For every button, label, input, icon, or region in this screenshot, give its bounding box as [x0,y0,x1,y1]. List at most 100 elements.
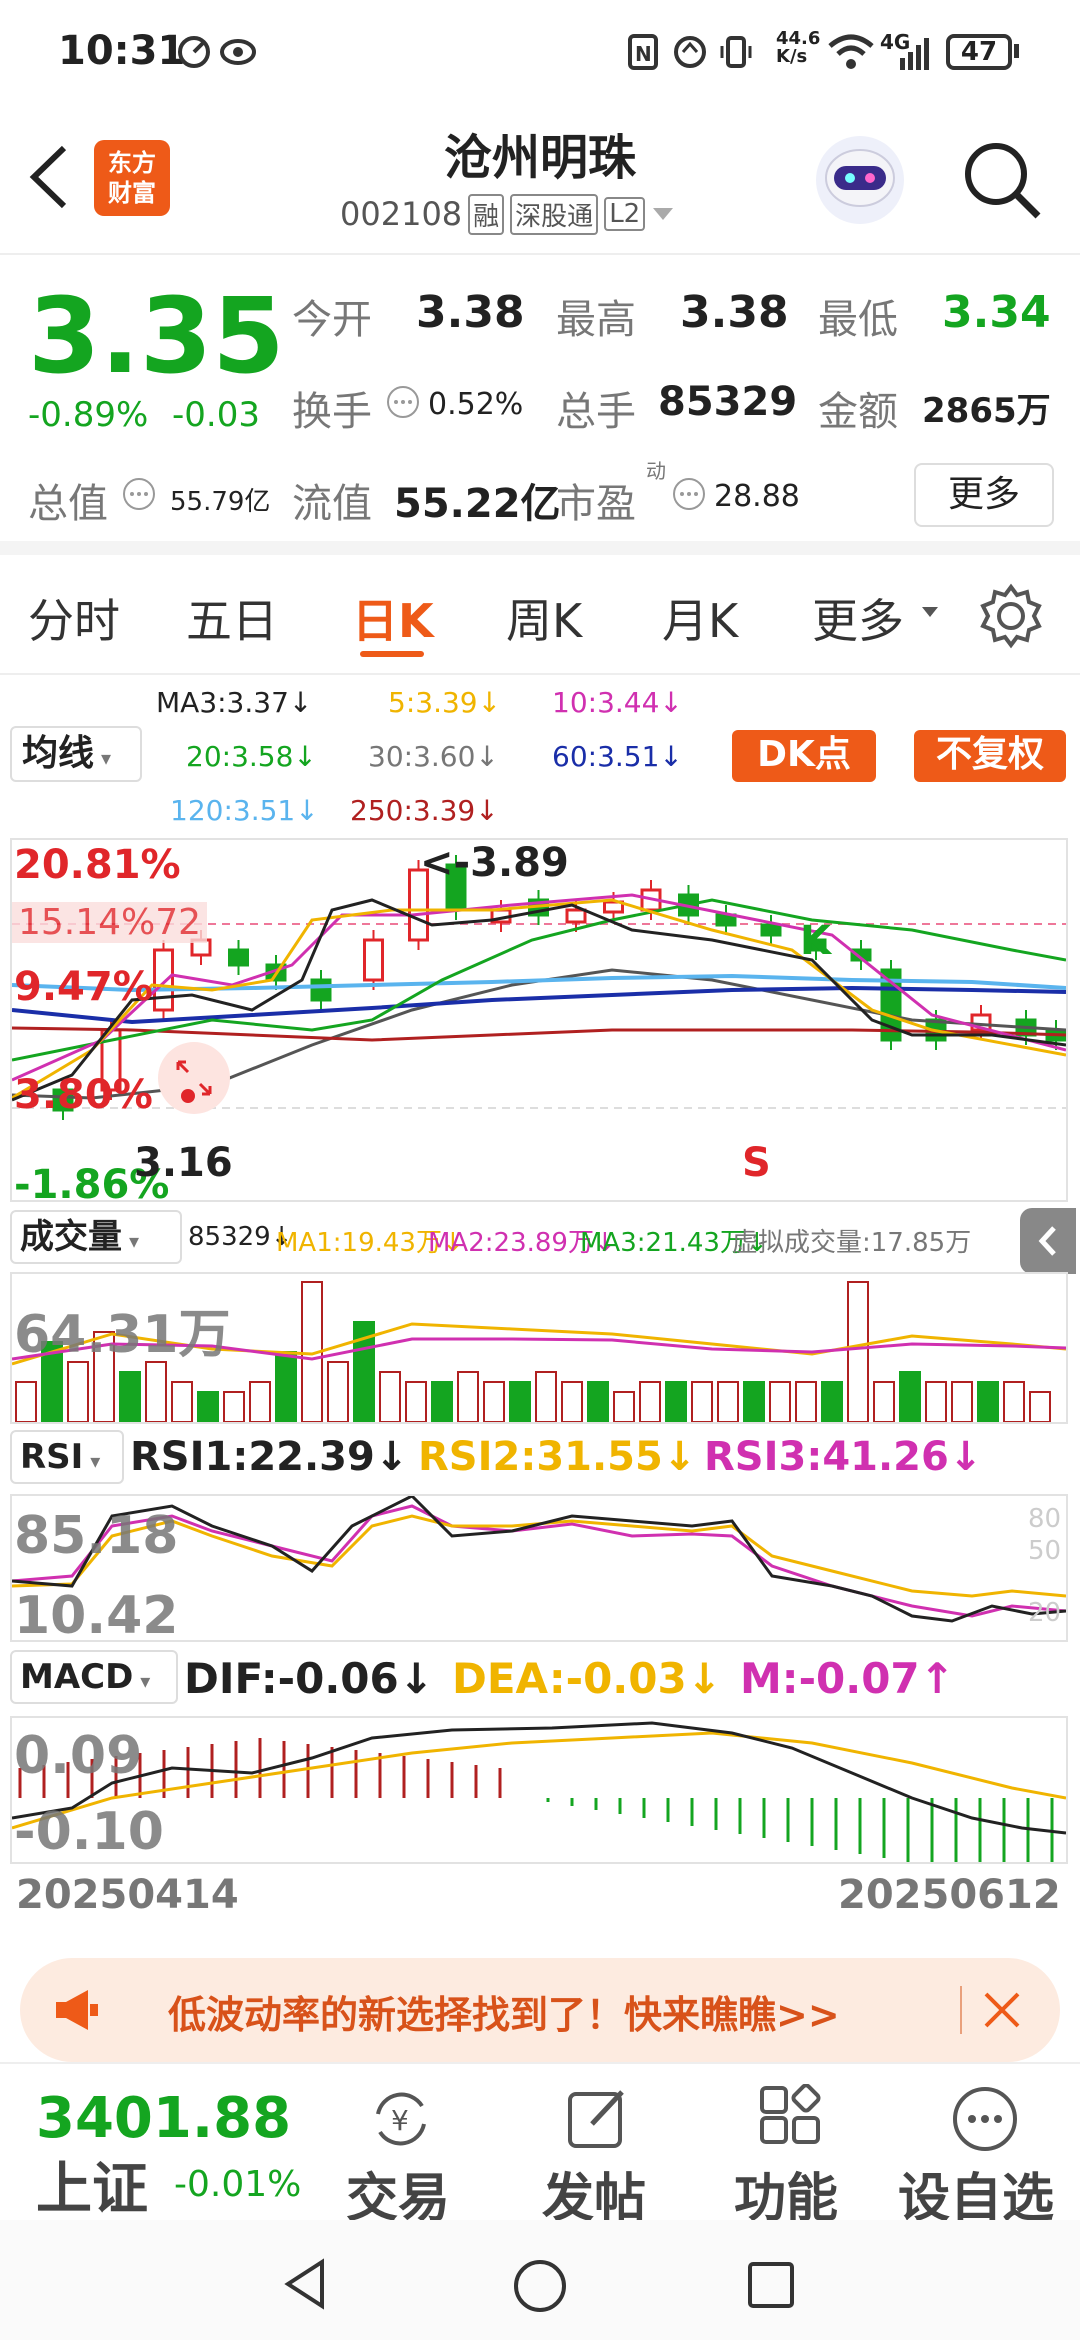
dk-point-button[interactable]: DK点 [732,730,876,782]
function-grid-icon[interactable] [756,2084,826,2154]
gear-icon[interactable] [978,583,1044,649]
volume-bar [717,1381,739,1422]
crosshair-value-tag: 15.14%72 [12,902,208,943]
volume-selector[interactable]: 成交量 ▾ [10,1210,182,1264]
back-triangle-icon[interactable] [282,2258,330,2310]
macd-axis-high: 0.09 [14,1726,143,1786]
volume-axis: 64.31万 [14,1305,231,1365]
volume-bar [483,1381,505,1422]
turnover-label: 换手 [292,389,372,435]
net-speed: 44.6 K/s [776,28,821,67]
rsi-selector[interactable]: RSI ▾ [10,1430,124,1484]
ma250-label: 250:3.39↓ [350,794,499,827]
robot-avatar-icon[interactable] [812,132,908,228]
tab-intraday[interactable]: 分时 [28,585,120,651]
trade-icon[interactable]: ¥ [366,2084,436,2154]
no-adjust-button[interactable]: 不复权 [914,730,1066,782]
k-signal: K [800,918,831,964]
rsi2-label: RSI2:31.55↓ [418,1434,697,1480]
pct-axis-mid: 9.47% [14,964,153,1010]
caret-down-icon: ▾ [122,1229,140,1253]
turnover-value: 0.52% [428,387,524,422]
volume-bar [613,1391,635,1422]
info-dots-icon[interactable] [386,385,420,419]
macd-selector-label: MACD [20,1657,134,1697]
wifi-icon [828,34,874,69]
battery-tip [1014,44,1019,58]
index-value[interactable]: 3401.88 [36,2086,291,2151]
volume-bar [249,1381,271,1422]
candle [565,908,587,924]
rsi-level-80: 80 [1028,1504,1062,1534]
clock: 10:31 [58,28,186,74]
volume-bar [639,1381,661,1422]
tab-more[interactable]: 更多 [812,585,904,651]
tab-five-day[interactable]: 五日 [186,585,278,651]
more-button[interactable]: 更多 [914,463,1054,527]
recents-square-icon[interactable] [746,2260,796,2310]
change-amount: -0.03 [172,395,260,435]
system-nav-bar [0,2220,1080,2340]
date-start: 20250414 [16,1872,239,1918]
ma30-label: 30:3.60↓ [368,740,499,773]
rsi1-label: RSI1:22.39↓ [130,1434,409,1480]
ma10-label: 10:3.44↓ [552,686,683,719]
volume-bar [15,1381,37,1422]
rsi-chart[interactable]: 85.18 10.42 80 50 20 [10,1494,1068,1646]
rsi-axis-low: 10.42 [14,1586,179,1646]
macd-chart[interactable]: 0.09 -0.10 [10,1716,1068,1864]
info-dots-icon[interactable] [672,477,706,511]
volume-value: 85329 [658,379,798,425]
volume-label: 总手 [556,389,636,435]
stock-name: 沧州明珠 [443,130,636,186]
more-dots-icon[interactable] [950,2084,1020,2154]
volume-bar [899,1371,921,1422]
tab-daily-k[interactable]: 日K [352,585,434,651]
volume-bar [691,1381,713,1422]
macd-canvas [12,1721,1066,1862]
chevron-left-icon [1038,1226,1056,1256]
index-name[interactable]: 上证 [36,2144,148,2225]
pe-dynamic-mark: 动 [646,459,666,483]
tab-monthly-k[interactable]: 月K [662,585,738,651]
tag-connect: 深股通 [510,193,599,235]
macd-dea: DEA:-0.03↓ [452,1654,722,1703]
post-icon[interactable] [564,2084,634,2154]
close-icon[interactable] [980,1988,1024,2032]
volume-chart[interactable]: 64.31万 [10,1272,1068,1424]
mktcap-value: 55.79亿 [170,487,271,517]
stock-code-row[interactable]: 002108 融 深股通 L2 [340,192,675,236]
collapse-panel-button[interactable] [1020,1208,1076,1274]
virtual-volume: 虚拟成交量:17.85万 [732,1228,972,1258]
volume-bar [743,1381,765,1422]
rsi-axis-high: 85.18 [14,1506,179,1566]
volume-bar [405,1381,427,1422]
ma-selector[interactable]: 均线 ▾ [10,726,142,782]
signal-icon [900,38,929,70]
kline-chart[interactable]: 20.81% 15.14%72 9.47% 3.80% -1.86% <-3.8… [10,838,1068,1208]
volume-bar [171,1381,193,1422]
ma-selector-label: 均线 [22,733,95,774]
promo-banner[interactable]: 低波动率的新选择找到了！快来瞧瞧>> [20,1958,1060,2062]
macd-selector[interactable]: MACD ▾ [10,1650,178,1704]
caret-down-icon: ▾ [94,746,112,770]
date-end: 20250612 [838,1872,1061,1918]
volume-bar [795,1381,817,1422]
index-change: -0.01% [174,2164,302,2205]
amount-label: 金额 [818,389,898,435]
high-value: 3.38 [680,287,789,338]
volume-bar [145,1361,167,1422]
info-dots-icon[interactable] [122,477,156,511]
volume-bar [431,1381,453,1422]
candle [228,948,249,967]
home-circle-icon[interactable] [512,2258,568,2314]
caret-down-icon: ▾ [133,1669,151,1693]
pct-axis-top: 20.81% [14,842,181,888]
tab-weekly-k[interactable]: 周K [506,585,582,651]
volume-bar [1029,1391,1051,1422]
svg-text:¥: ¥ [391,2104,409,2137]
tag-margin: 融 [468,193,505,235]
search-icon[interactable] [960,138,1044,222]
amount-value: 2865万 [922,391,1051,431]
last-price: 3.35 [28,275,285,397]
